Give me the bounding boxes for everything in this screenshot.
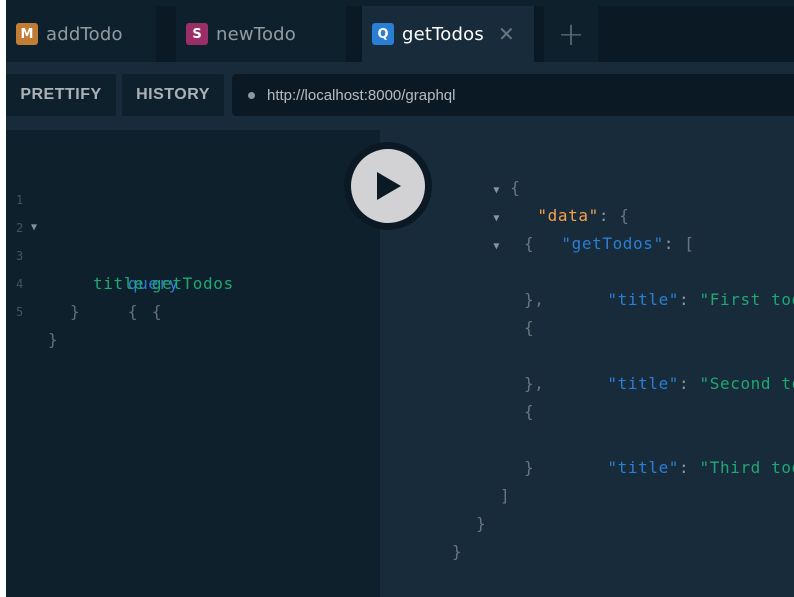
result-line: "title": "Third todo" [546,426,794,477]
result-line: { [524,318,535,337]
json-string-value: "Second todo" [699,374,794,393]
history-button[interactable]: HISTORY [122,74,224,116]
toolbar: PRETTIFY HISTORY http://localhost:8000/g… [6,62,794,130]
new-tab-button[interactable]: + [544,6,598,62]
json-key-title: "title" [607,290,680,309]
plus-icon: + [557,15,585,53]
graphql-playground: M addTodo S newTodo Q getTodos ✕ + PRETT… [6,0,794,597]
close-icon[interactable]: ✕ [498,22,515,46]
result-line: "title": "Second todo" [546,342,794,393]
line-number: 5 [16,305,24,319]
subscription-badge: S [186,23,208,45]
bracket: [ [684,234,695,253]
json-key-getTodos: "getTodos" [561,234,664,253]
colon: : [679,374,690,393]
tab-newTodo[interactable]: S newTodo [176,6,346,62]
json-string-value: "First todo" [699,290,794,309]
colon: : [679,290,690,309]
play-button-face [351,149,425,223]
tab-title: newTodo [216,23,296,45]
status-dot-icon [248,91,255,99]
result-line: ▼ { [432,146,521,197]
endpoint-url: http://localhost:8000/graphql [267,86,456,104]
mutation-badge: M [16,23,38,45]
editor-line: 3 title [6,214,380,293]
result-line: { [524,234,535,253]
result-line: } [476,514,487,533]
result-viewer: ▼ { ▼ "data": { ▼ "getTodos": [ { "title… [380,130,794,597]
brace: } [70,302,81,321]
tab-bar: M addTodo S newTodo Q getTodos ✕ + [6,6,794,62]
result-line: }, [524,290,545,309]
brace: { [151,302,163,321]
query-badge: Q [372,23,394,45]
result-line: } [452,542,463,561]
editor-line: 4 } [6,242,380,321]
tab-title: getTodos [402,23,484,45]
tab-getTodos[interactable]: Q getTodos ✕ [362,6,534,62]
editor-line: 2 getTodos { [6,186,380,321]
editor-line: 5 } [6,270,380,349]
tab-title: addTodo [46,23,123,45]
tab-addTodo[interactable]: M addTodo [6,6,156,62]
colon: : [679,458,690,477]
result-line: ] [500,486,511,505]
colon: : [663,234,674,253]
execute-query-button[interactable] [344,142,432,230]
brace: } [48,330,59,349]
result-line: "title": "First todo" [546,258,794,309]
result-line: "data": { [476,174,630,225]
result-line: { [524,402,535,421]
result-line: ▼ [432,202,500,252]
editor-line: 1 ▼ query { [6,158,178,321]
endpoint-url-bar[interactable]: http://localhost:8000/graphql [232,74,794,116]
json-key-title: "title" [607,458,680,477]
result-line: "getTodos": [ [500,202,694,253]
prettify-button[interactable]: PRETTIFY [6,74,116,116]
result-line: }, [524,374,545,393]
result-line: } [524,458,535,477]
query-editor[interactable]: 1 ▼ query { 2 getTodos { 3 title 4 } 5 } [6,130,380,597]
json-string-value: "Third todo" [699,458,794,477]
json-key-title: "title" [607,374,680,393]
play-icon [377,172,401,200]
